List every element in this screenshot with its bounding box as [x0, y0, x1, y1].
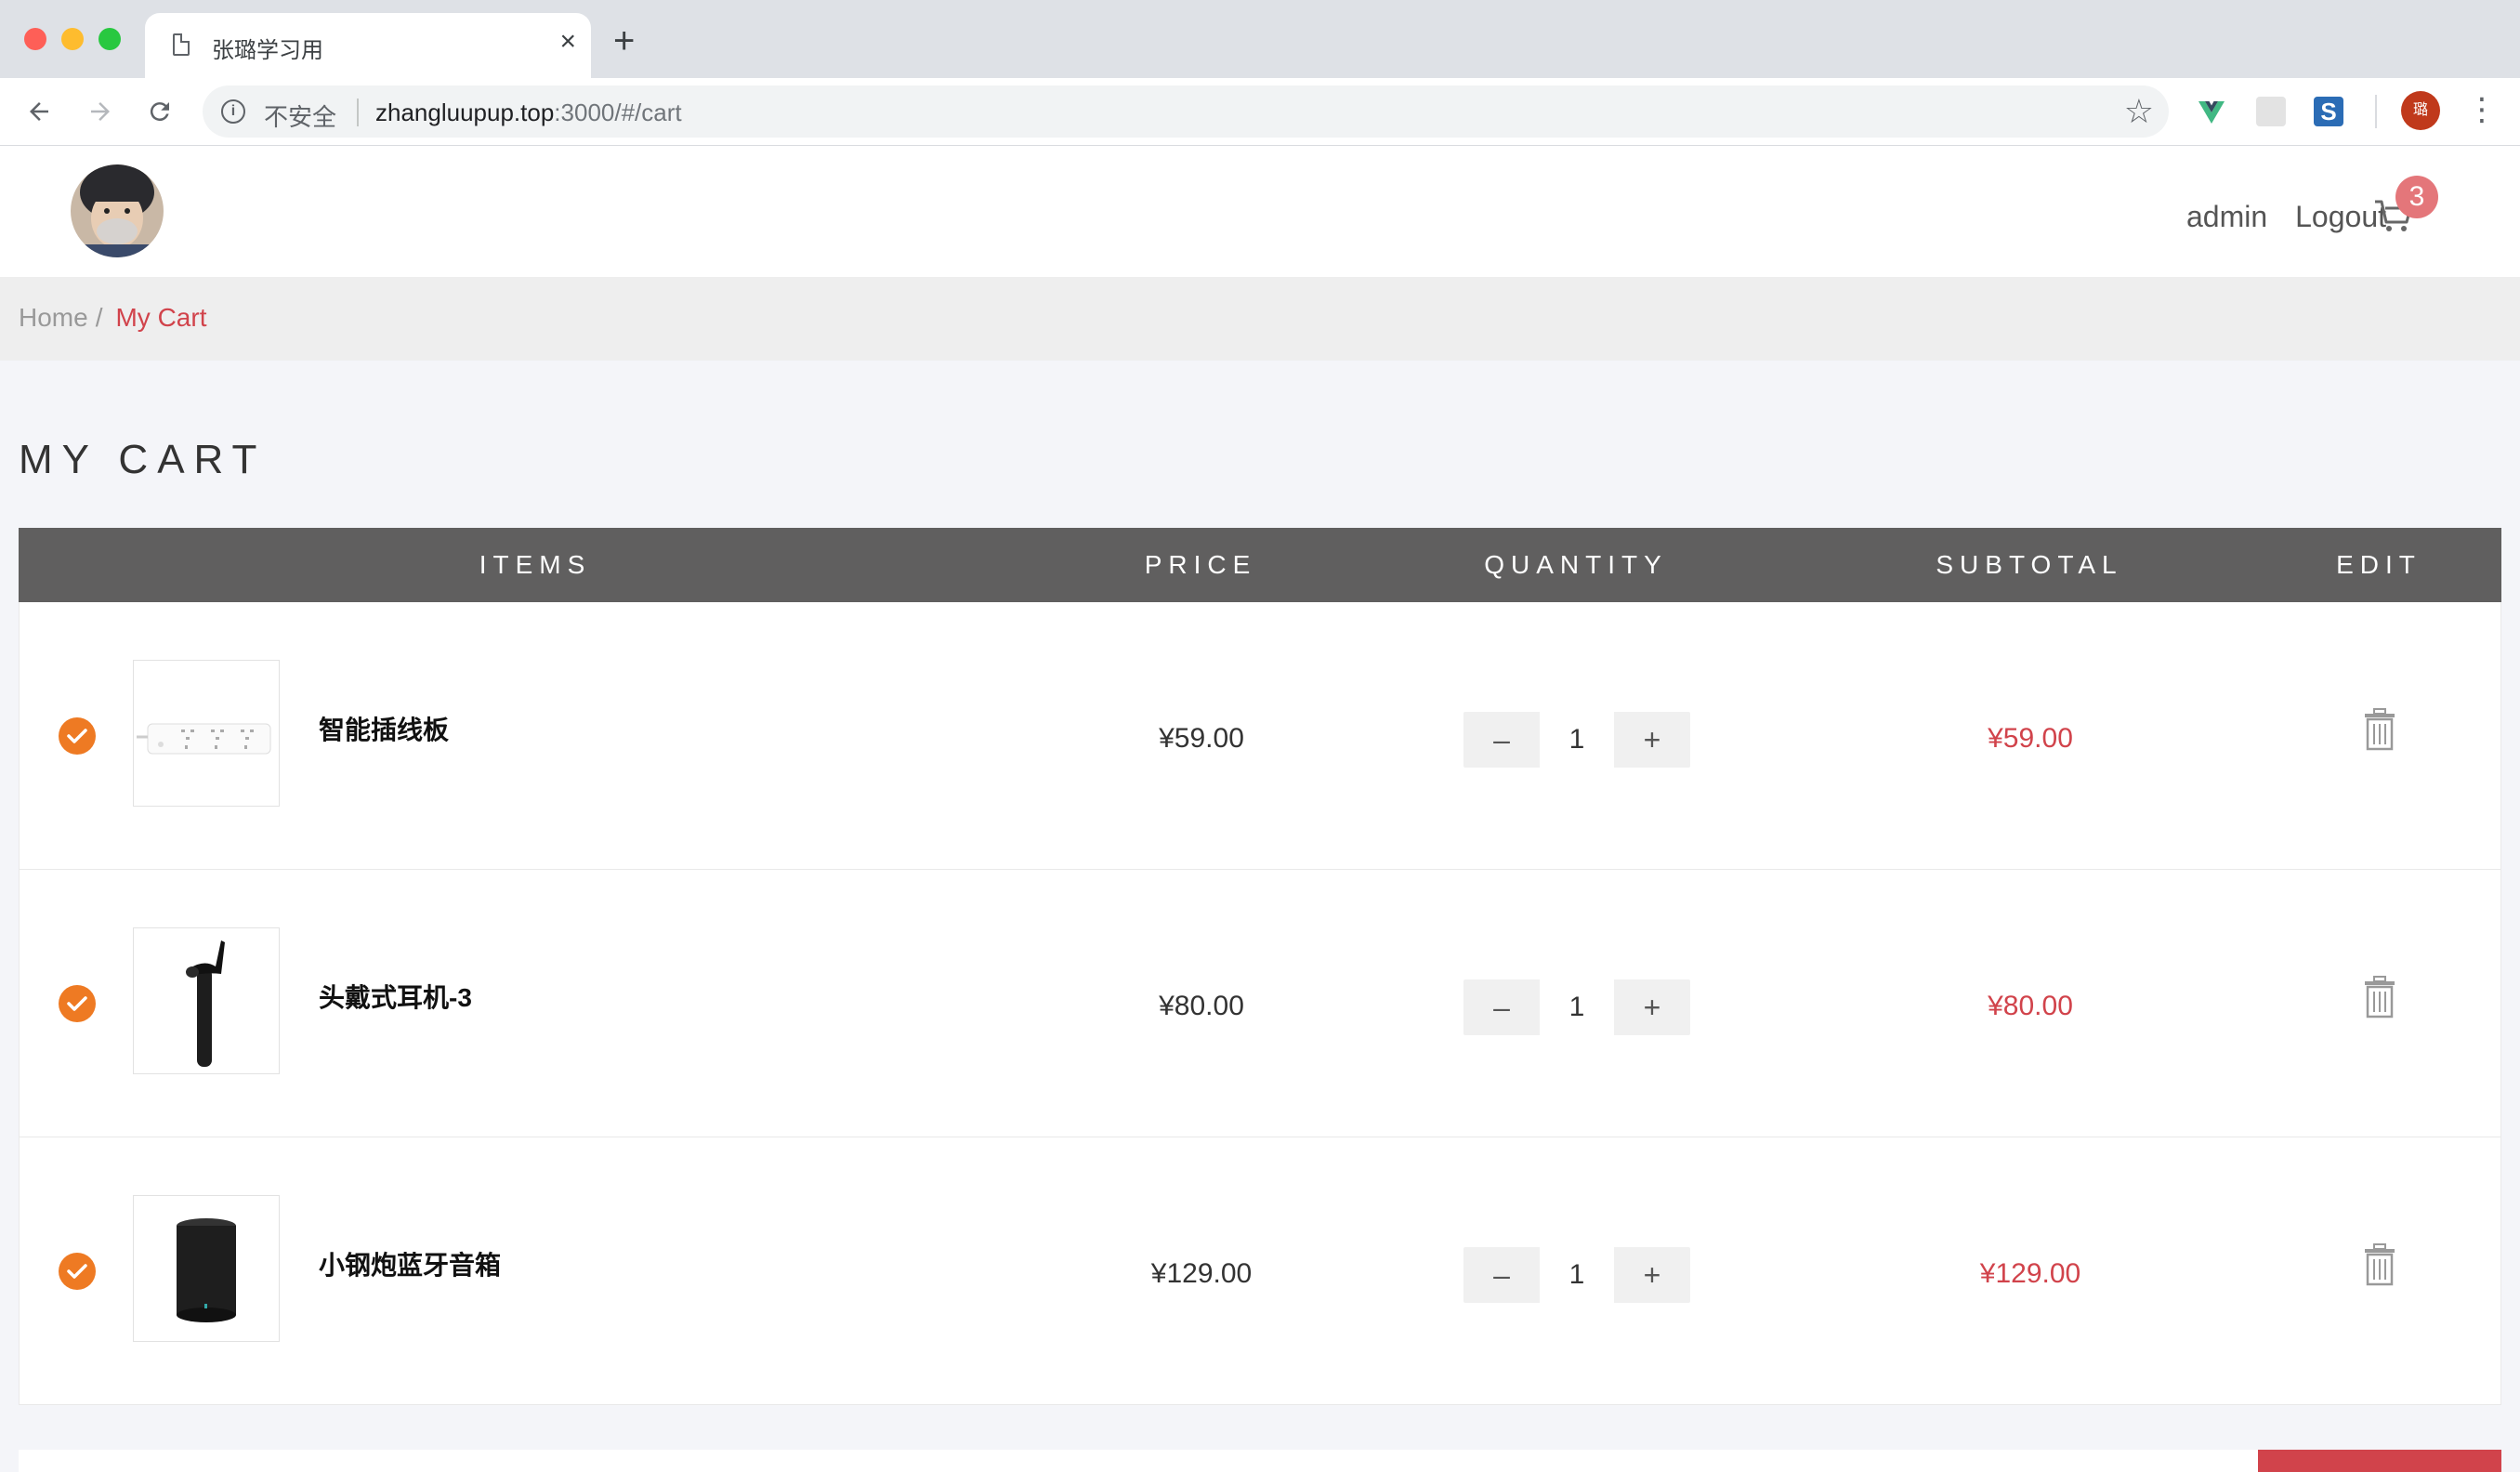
new-tab-button[interactable]: +: [613, 22, 635, 59]
column-header-items: ITEMS: [479, 550, 592, 579]
trash-icon[interactable]: [2361, 976, 2398, 1019]
url-path: :3000/#/cart: [554, 99, 682, 126]
item-checkbox[interactable]: [59, 1253, 96, 1290]
cart-count-badge: 3: [2395, 176, 2438, 218]
decrease-quantity-button[interactable]: –: [1463, 712, 1540, 768]
profile-avatar[interactable]: 璐: [2401, 91, 2440, 130]
subtotal: ¥59.00: [1988, 723, 2073, 754]
site-header: admin Logout 3: [0, 146, 2520, 277]
decrease-quantity-button[interactable]: –: [1463, 979, 1540, 1035]
trash-icon[interactable]: [2361, 708, 2398, 751]
subtotal: ¥129.00: [1979, 1258, 2081, 1289]
omnibox-divider: [357, 99, 359, 126]
column-header-subtotal: SUBTOTAL: [1936, 550, 2123, 579]
quantity-value[interactable]: 1: [1540, 979, 1614, 1035]
browser-tab-strip: 张璐学习用 × +: [0, 0, 2520, 78]
document-icon: [173, 33, 190, 56]
increase-quantity-button[interactable]: +: [1614, 1247, 1690, 1303]
unit-price: ¥80.00: [1159, 991, 1244, 1021]
column-header-price: PRICE: [1144, 550, 1257, 579]
browser-toolbar: i 不安全 zhangluupup.top:3000/#/cart ☆ S 璐 …: [0, 78, 2520, 146]
breadcrumb: Home / My Cart: [0, 277, 2520, 361]
speaker-icon[interactable]: [133, 1195, 280, 1342]
address-bar[interactable]: i 不安全 zhangluupup.top:3000/#/cart ☆: [203, 85, 2169, 138]
quantity-value[interactable]: 1: [1540, 1247, 1614, 1303]
close-window-button[interactable]: [24, 28, 46, 50]
maximize-window-button[interactable]: [98, 28, 121, 50]
quantity-stepper: – 1 +: [1463, 1247, 1690, 1303]
cart-row: 智能插线板 ¥59.00 – 1 + ¥59.00: [19, 602, 2501, 870]
quantity-stepper: – 1 +: [1463, 712, 1690, 768]
username-link[interactable]: admin: [2186, 200, 2267, 234]
breadcrumb-home-link[interactable]: Home: [19, 303, 88, 332]
product-name[interactable]: 头戴式耳机-3: [319, 978, 472, 1015]
security-label: 不安全: [264, 103, 337, 131]
unit-price: ¥59.00: [1159, 723, 1244, 754]
unit-price: ¥129.00: [1150, 1258, 1253, 1289]
quantity-value[interactable]: 1: [1540, 712, 1614, 768]
site-logo-avatar[interactable]: [71, 164, 164, 257]
decrease-quantity-button[interactable]: –: [1463, 1247, 1540, 1303]
toolbar-divider: [2375, 95, 2377, 128]
power-strip-icon[interactable]: [133, 660, 280, 807]
minimize-window-button[interactable]: [61, 28, 84, 50]
user-nav: admin Logout: [2186, 200, 2386, 234]
back-arrow-icon[interactable]: [17, 89, 61, 134]
cart-table: ITEMS PRICE QUANTITY SUBTOTAL EDIT 智能插线板: [19, 528, 2501, 1405]
quantity-stepper: – 1 +: [1463, 979, 1690, 1035]
breadcrumb-current: My Cart: [115, 303, 207, 332]
product-name[interactable]: 智能插线板: [319, 710, 449, 747]
subtotal: ¥80.00: [1988, 991, 2073, 1021]
s-extension-icon[interactable]: S: [2314, 97, 2343, 126]
url-host: zhangluupup.top: [375, 99, 555, 126]
item-checkbox[interactable]: [59, 985, 96, 1022]
table-header: ITEMS PRICE QUANTITY SUBTOTAL EDIT: [19, 528, 2501, 602]
forward-arrow-icon[interactable]: [78, 89, 123, 134]
column-header-quantity: QUANTITY: [1484, 550, 1668, 579]
vue-devtools-icon[interactable]: [2197, 97, 2226, 126]
item-checkbox[interactable]: [59, 717, 96, 755]
cart-row: 头戴式耳机-3 ¥80.00 – 1 + ¥80.00: [19, 870, 2501, 1137]
cart-footer-bar: [19, 1450, 2501, 1472]
product-name[interactable]: 小钢炮蓝牙音箱: [319, 1245, 501, 1282]
info-icon[interactable]: i: [221, 99, 245, 124]
bookmark-star-icon[interactable]: ☆: [2124, 93, 2154, 130]
url-text[interactable]: zhangluupup.top:3000/#/cart: [375, 99, 682, 127]
extension-icon[interactable]: [2256, 97, 2286, 126]
cart-row: 小钢炮蓝牙音箱 ¥129.00 – 1 + ¥129.00: [19, 1137, 2501, 1405]
menu-kebab-icon[interactable]: ⋮: [2466, 91, 2498, 128]
close-tab-icon[interactable]: ×: [559, 28, 576, 56]
page-title: MY CART: [19, 437, 267, 482]
tab-title: 张璐学习用: [212, 38, 323, 63]
checkout-button[interactable]: [2258, 1450, 2501, 1472]
browser-tab[interactable]: 张璐学习用 ×: [145, 13, 591, 78]
column-header-edit: EDIT: [2336, 550, 2422, 579]
bluetooth-headset-icon[interactable]: [133, 927, 280, 1074]
trash-icon[interactable]: [2361, 1243, 2398, 1286]
breadcrumb-separator: /: [95, 303, 103, 332]
increase-quantity-button[interactable]: +: [1614, 979, 1690, 1035]
increase-quantity-button[interactable]: +: [1614, 712, 1690, 768]
reload-icon[interactable]: [138, 89, 182, 134]
